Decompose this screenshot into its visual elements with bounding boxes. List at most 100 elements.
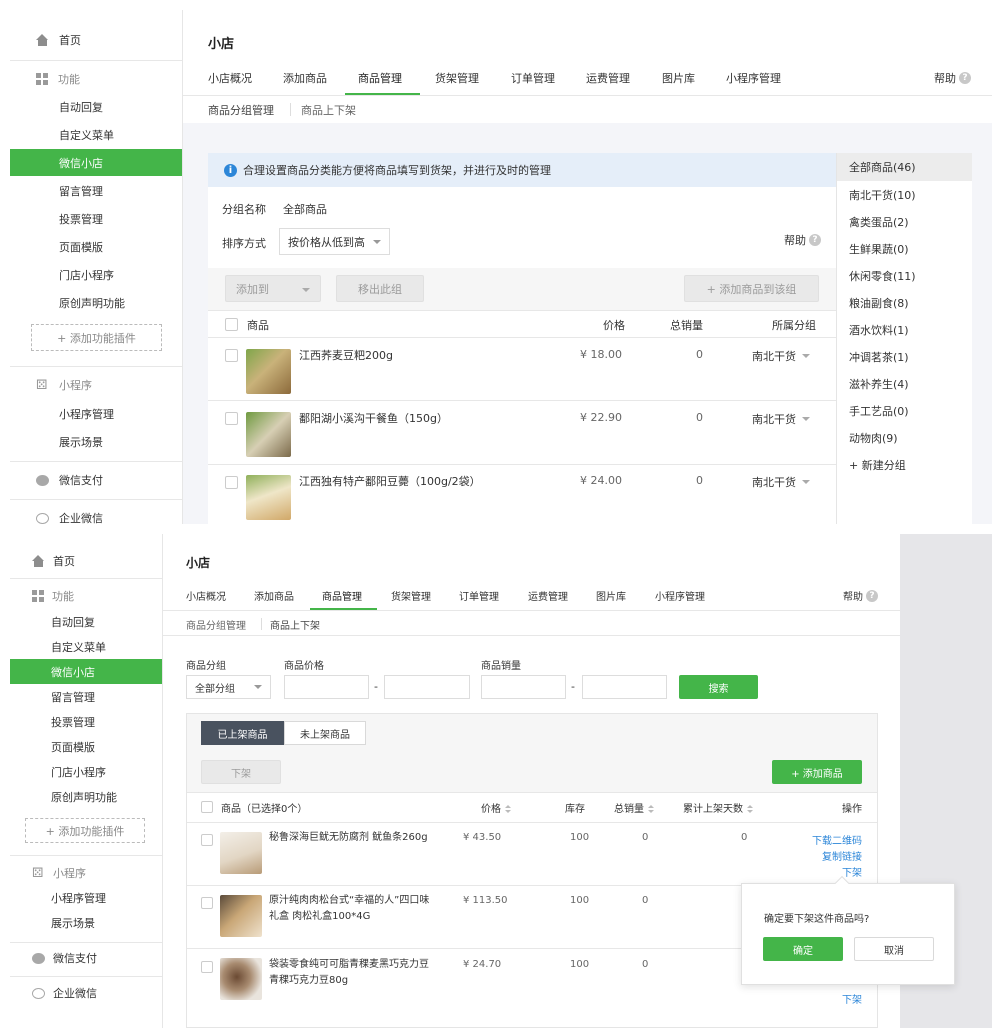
tab-shelf-management[interactable]: 货架管理 xyxy=(391,588,431,603)
group-select[interactable]: 南北干货 xyxy=(752,411,810,427)
add-plugin-button[interactable]: + 添加功能插件 xyxy=(31,324,162,351)
tab-image-library[interactable]: 图片库 xyxy=(596,588,626,603)
tab-unlisted-goods[interactable]: 未上架商品 xyxy=(284,721,366,745)
product-name[interactable]: 袋装零食纯可可脂青稞麦黑巧克力豆 青稞巧克力豆80g xyxy=(269,957,431,989)
sidebar-item-page-templates[interactable]: 页面模版 xyxy=(10,735,162,759)
add-goods-to-group-button[interactable]: + 添加商品到该组 xyxy=(684,275,819,302)
help-link[interactable]: 帮助? xyxy=(843,588,878,603)
sort-icon[interactable] xyxy=(648,804,654,814)
copy-link-link[interactable]: 复制链接 xyxy=(822,848,862,863)
product-name[interactable]: 秘鲁深海巨鱿无防腐剂 鱿鱼条260g xyxy=(269,830,431,846)
sidebar-item-auto-reply[interactable]: 自动回复 xyxy=(10,94,182,120)
delist-link[interactable]: 下架 xyxy=(842,991,862,1006)
tab-freight-management[interactable]: 运费管理 xyxy=(586,70,630,86)
tab-listed-goods[interactable]: 已上架商品 xyxy=(201,721,284,745)
sidebar-item-votes[interactable]: 投票管理 xyxy=(10,710,162,734)
sort-icon[interactable] xyxy=(505,804,511,814)
help-link[interactable]: 帮助? xyxy=(784,232,821,248)
category-item[interactable]: 禽类蛋品(2) xyxy=(837,208,972,235)
sort-icon[interactable] xyxy=(747,804,753,814)
tab-order-management[interactable]: 订单管理 xyxy=(459,588,499,603)
tab-image-library[interactable]: 图片库 xyxy=(662,70,695,86)
add-goods-button[interactable]: + 添加商品 xyxy=(772,760,862,784)
row-checkbox[interactable] xyxy=(225,349,238,362)
subtab-listing[interactable]: 商品上下架 xyxy=(270,617,320,632)
category-item[interactable]: 休闲零食(11) xyxy=(837,262,972,289)
product-name[interactable]: 江西荞麦豆粑200g xyxy=(299,347,579,364)
new-group-button[interactable]: + 新建分组 xyxy=(837,451,972,478)
add-plugin-button[interactable]: + 添加功能插件 xyxy=(25,818,145,843)
row-checkbox[interactable] xyxy=(201,897,213,909)
add-to-group-dropdown[interactable]: 添加到 xyxy=(225,275,321,302)
sidebar-item-wechat-shop[interactable]: 微信小店 xyxy=(10,149,182,176)
sidebar-item-store-miniprogram[interactable]: 门店小程序 xyxy=(10,760,162,784)
sidebar-item-work-wechat[interactable]: 企业微信 xyxy=(10,982,162,1004)
tab-freight-management[interactable]: 运费管理 xyxy=(528,588,568,603)
delist-batch-button[interactable]: 下架 xyxy=(201,760,281,784)
sidebar-item-miniprogram-manage[interactable]: 小程序管理 xyxy=(10,401,182,427)
group-filter-select[interactable]: 全部分组 xyxy=(186,675,271,699)
category-item[interactable]: 酒水饮料(1) xyxy=(837,316,972,343)
tab-shop-overview[interactable]: 小店概况 xyxy=(186,588,226,603)
delist-link[interactable]: 下架 xyxy=(842,864,862,879)
tab-goods-management[interactable]: 商品管理 xyxy=(358,70,402,86)
tab-shop-overview[interactable]: 小店概况 xyxy=(208,70,252,86)
help-link[interactable]: 帮助? xyxy=(934,70,971,86)
remove-from-group-button[interactable]: 移出此组 xyxy=(336,275,424,302)
price-max-input[interactable] xyxy=(384,675,470,699)
sidebar-item-home[interactable]: 首页 xyxy=(10,28,182,52)
category-item[interactable]: 南北干货(10) xyxy=(837,181,972,208)
sidebar-item-wechat-shop[interactable]: 微信小店 xyxy=(10,659,162,684)
row-checkbox[interactable] xyxy=(225,476,238,489)
select-all-checkbox[interactable] xyxy=(201,801,213,813)
tab-shelf-management[interactable]: 货架管理 xyxy=(435,70,479,86)
category-item[interactable]: 动物肉(9) xyxy=(837,424,972,451)
sidebar-item-original-claim[interactable]: 原创声明功能 xyxy=(10,785,162,809)
download-qrcode-link[interactable]: 下载二维码 xyxy=(812,832,862,847)
product-name[interactable]: 江西独有特产鄱阳豆薨（100g/2袋） xyxy=(299,473,579,490)
price-min-input[interactable] xyxy=(284,675,369,699)
row-checkbox[interactable] xyxy=(201,834,213,846)
sidebar-item-display-scenes[interactable]: 展示场景 xyxy=(10,911,162,935)
subtab-group-management[interactable]: 商品分组管理 xyxy=(208,102,274,118)
category-item[interactable]: 冲调茗茶(1) xyxy=(837,343,972,370)
category-item[interactable]: 生鲜果蔬(0) xyxy=(837,235,972,262)
product-name[interactable]: 鄱阳湖小溪沟干餐鱼（150g） xyxy=(299,410,579,427)
category-item[interactable]: 粮油副食(8) xyxy=(837,289,972,316)
tab-goods-management[interactable]: 商品管理 xyxy=(322,588,362,603)
search-button[interactable]: 搜索 xyxy=(679,675,758,699)
sidebar-item-work-wechat[interactable]: 企业微信 xyxy=(10,506,182,524)
sidebar-item-original-claim[interactable]: 原创声明功能 xyxy=(10,290,182,316)
cancel-button[interactable]: 取消 xyxy=(854,937,934,961)
sidebar-item-page-templates[interactable]: 页面模版 xyxy=(10,234,182,260)
category-item[interactable]: 手工艺品(0) xyxy=(837,397,972,424)
group-select[interactable]: 南北干货 xyxy=(752,348,810,364)
row-checkbox[interactable] xyxy=(225,412,238,425)
tab-miniprogram-management[interactable]: 小程序管理 xyxy=(655,588,705,603)
sidebar-item-votes[interactable]: 投票管理 xyxy=(10,206,182,232)
sidebar-item-custom-menu[interactable]: 自定义菜单 xyxy=(10,635,162,659)
sidebar-item-wechat-pay[interactable]: 微信支付 xyxy=(10,467,182,493)
row-checkbox[interactable] xyxy=(201,961,213,973)
select-all-checkbox[interactable] xyxy=(225,318,238,331)
sidebar-item-display-scenes[interactable]: 展示场景 xyxy=(10,429,182,455)
tab-miniprogram-management[interactable]: 小程序管理 xyxy=(726,70,781,86)
tab-order-management[interactable]: 订单管理 xyxy=(511,70,555,86)
subtab-group-management[interactable]: 商品分组管理 xyxy=(186,617,246,632)
confirm-button[interactable]: 确定 xyxy=(763,937,843,961)
sort-select[interactable]: 按价格从低到高 xyxy=(279,228,390,255)
sales-max-input[interactable] xyxy=(582,675,667,699)
category-item[interactable]: 全部商品(46) xyxy=(837,153,972,181)
product-name[interactable]: 原汁纯肉肉松台式“幸福的人”四口味礼盒 肉松礼盒100*4G xyxy=(269,893,433,925)
sidebar-item-comments[interactable]: 留言管理 xyxy=(10,685,162,709)
tab-add-goods[interactable]: 添加商品 xyxy=(254,588,294,603)
sidebar-item-comments[interactable]: 留言管理 xyxy=(10,178,182,204)
sidebar-item-wechat-pay[interactable]: 微信支付 xyxy=(10,946,162,970)
sidebar-item-custom-menu[interactable]: 自定义菜单 xyxy=(10,122,182,148)
sidebar-item-auto-reply[interactable]: 自动回复 xyxy=(10,610,162,634)
sales-min-input[interactable] xyxy=(481,675,566,699)
tab-add-goods[interactable]: 添加商品 xyxy=(283,70,327,86)
sidebar-item-home[interactable]: 首页 xyxy=(10,550,162,572)
sidebar-item-miniprogram-manage[interactable]: 小程序管理 xyxy=(10,886,162,910)
group-select[interactable]: 南北干货 xyxy=(752,474,810,490)
